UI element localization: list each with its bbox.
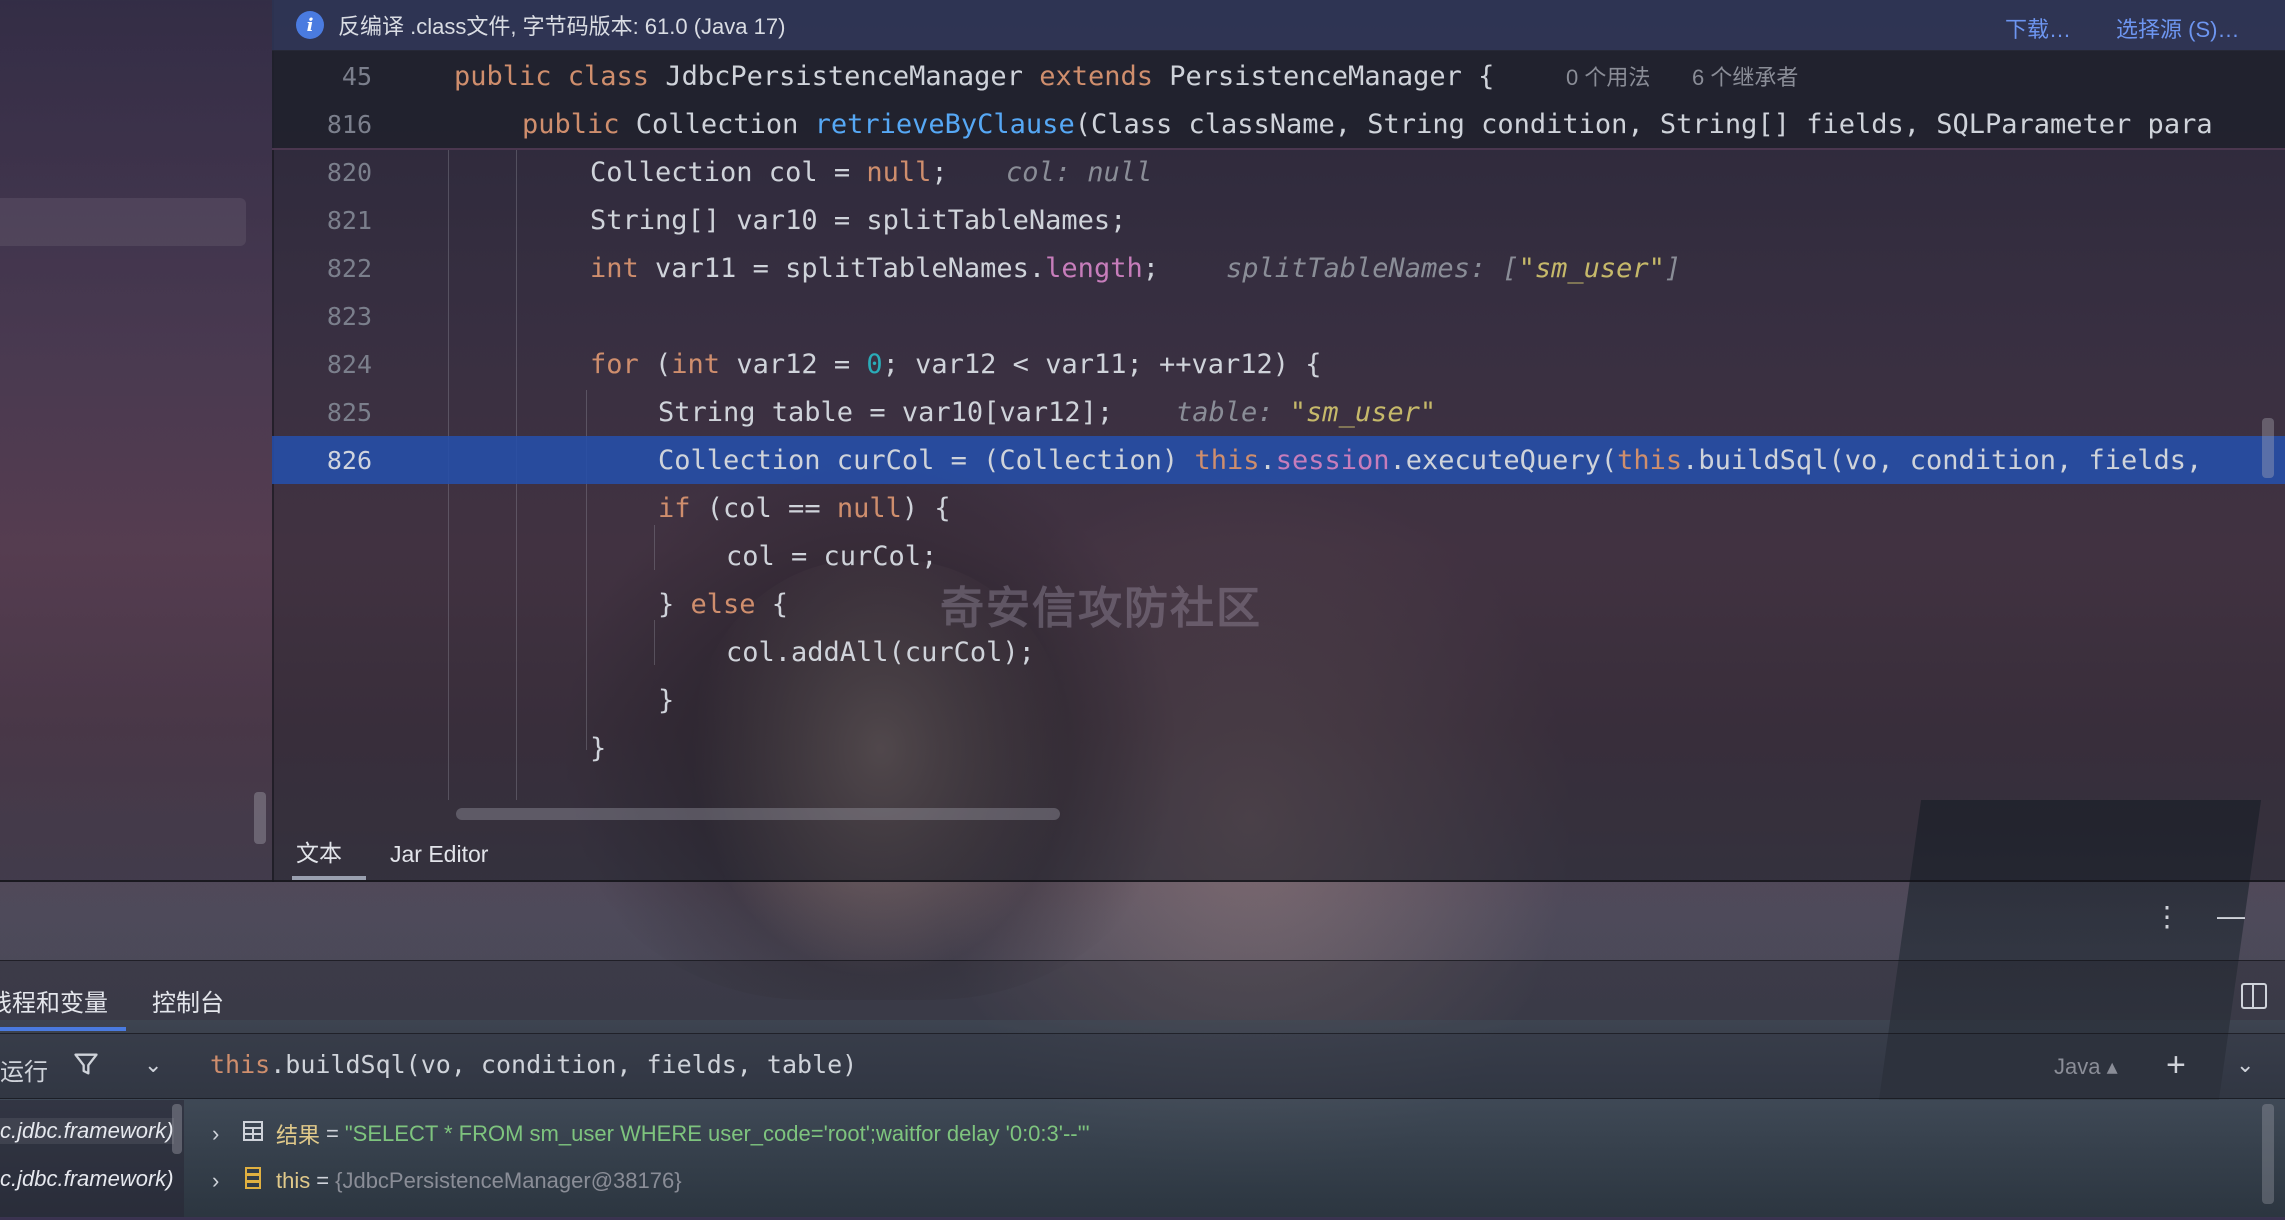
line-number: 824	[326, 349, 372, 379]
usage-count[interactable]: 0 个用法	[1566, 60, 1650, 92]
code-line-832[interactable]: }	[272, 724, 2285, 772]
sticky-line-class[interactable]: 45 public class JdbcPersistenceManager e…	[272, 52, 2285, 100]
code-line-823[interactable]: 823	[272, 292, 2285, 340]
chevron-down-icon[interactable]: ⌄	[144, 1052, 162, 1078]
layout-icon[interactable]	[2241, 983, 2267, 1009]
code-text: if (col == null) {	[658, 492, 951, 524]
inheritor-count[interactable]: 6 个继承者	[1692, 60, 1798, 92]
project-panel	[0, 0, 272, 880]
code-text: col = curCol;	[726, 540, 938, 572]
variable-value: {JdbcPersistenceManager@38176}	[335, 1168, 682, 1193]
code-text: String[] var10 = splitTableNames;	[590, 204, 1127, 236]
expand-arrow-icon[interactable]: ›	[212, 1168, 238, 1194]
debug-panel-tabs: 线程和变量 控制台	[0, 960, 2285, 1034]
inline-value-hint: splitTableNames: ["sm_user"]	[1226, 252, 1682, 284]
variable-name: 结果	[276, 1123, 321, 1148]
code-text: int var11 = splitTableNames.length;	[590, 252, 1159, 284]
active-tab-indicator	[0, 1027, 126, 1031]
language-selector[interactable]: Java ▴	[2054, 1054, 2118, 1080]
tab-console[interactable]: 控制台	[152, 983, 224, 1018]
frames-list: c.jdbc.framework) c.jdbc.framework)	[0, 1100, 184, 1217]
frames-scrollbar[interactable]	[172, 1104, 182, 1154]
current-execution-line[interactable]: 826 Collection curCol = (Collection) thi…	[272, 436, 2285, 484]
chevron-down-icon[interactable]: ⌄	[2236, 1052, 2254, 1078]
code-line-820[interactable]: 820 Collection col = null; col: null	[272, 148, 2285, 196]
panel-toolbar: ⋮ —	[2153, 900, 2245, 933]
line-number: 821	[326, 205, 372, 235]
line-number: 823	[326, 301, 372, 331]
table-icon	[238, 1120, 268, 1148]
editor-vertical-scrollbar[interactable]	[2262, 418, 2274, 478]
add-watch-icon[interactable]: +	[2166, 1046, 2186, 1085]
more-icon[interactable]: ⋮	[2153, 900, 2181, 933]
tab-text[interactable]: 文本	[272, 834, 366, 880]
select-source-link[interactable]: 选择源 (S)…	[2116, 12, 2239, 44]
decompile-banner: i 反编译 .class文件, 字节码版本: 61.0 (Java 17) 下载…	[272, 0, 2285, 51]
variable-row[interactable]: › this = {JdbcPersistenceManager@38176}	[212, 1166, 682, 1196]
editor-view-tabs: 文本 Jar Editor	[272, 830, 872, 880]
code-text: }	[590, 732, 607, 764]
inline-value-hint: table: "sm_user"	[1176, 396, 1437, 428]
equals-sign: =	[326, 1121, 339, 1146]
line-number: 45	[341, 61, 372, 91]
variable-value: "SELECT * FROM sm_user WHERE user_code='…	[344, 1121, 1090, 1146]
code-text: for (int var12 = 0; var12 < var11; ++var…	[590, 348, 1322, 380]
code-text: Collection col = null;	[590, 156, 948, 188]
evaluate-expression-bar: 运行 ⌄ this.buildSql(vo, condition, fields…	[0, 1034, 2285, 1099]
variable-name: this	[276, 1168, 311, 1193]
tab-threads-variables[interactable]: 线程和变量	[0, 983, 108, 1018]
code-line-824[interactable]: 824 for (int var12 = 0; var12 < var11; +…	[272, 340, 2285, 388]
expression-input[interactable]: this.buildSql(vo, condition, fields, tab…	[210, 1050, 857, 1079]
code-line-822[interactable]: 822 int var11 = splitTableNames.length; …	[272, 244, 2285, 292]
project-scrollbar[interactable]	[254, 792, 266, 844]
sticky-line-method[interactable]: 816 public Collection retrieveByClause(C…	[272, 100, 2285, 148]
line-number: 826	[326, 445, 372, 475]
minimize-icon[interactable]: —	[2217, 900, 2245, 933]
code-line-825[interactable]: 825 String table = var10[var12]; table: …	[272, 388, 2285, 436]
line-number: 822	[326, 253, 372, 283]
watermark: 奇安信攻防社区	[940, 583, 1262, 634]
code-text: Collection curCol = (Collection) this.se…	[658, 444, 2219, 476]
code-line-831[interactable]: }	[272, 676, 2285, 724]
code-line-827[interactable]: if (col == null) {	[272, 484, 2285, 532]
code-line-821[interactable]: 821 String[] var10 = splitTableNames;	[272, 196, 2285, 244]
project-selected-row[interactable]	[0, 198, 246, 246]
frame-item[interactable]: c.jdbc.framework)	[0, 1118, 174, 1144]
code-text: public class JdbcPersistenceManager exte…	[454, 60, 1495, 92]
editor-bottom-border	[0, 880, 2285, 882]
tab-jar-editor[interactable]: Jar Editor	[366, 841, 512, 880]
code-line-829[interactable]: } else {	[272, 580, 2285, 628]
code-text: } else {	[658, 588, 789, 620]
object-icon	[238, 1166, 268, 1196]
banner-text: 反编译 .class文件, 字节码版本: 61.0 (Java 17)	[338, 14, 786, 39]
editor-horizontal-scrollbar[interactable]	[456, 808, 1060, 820]
code-text: }	[658, 684, 675, 716]
code-text: String table = var10[var12];	[658, 396, 1114, 428]
code-text: col.addAll(curCol);	[726, 636, 1035, 668]
expand-arrow-icon[interactable]: ›	[212, 1121, 238, 1147]
line-number: 816	[326, 109, 372, 139]
filter-icon[interactable]	[72, 1050, 100, 1078]
info-icon: i	[296, 11, 324, 39]
inline-value-hint: col: null	[1006, 156, 1153, 188]
line-number: 820	[326, 157, 372, 187]
equals-sign: =	[316, 1168, 330, 1193]
frame-item[interactable]: c.jdbc.framework)	[0, 1166, 174, 1192]
download-link[interactable]: 下载…	[2005, 12, 2071, 44]
line-number: 825	[326, 397, 372, 427]
variables-scrollbar[interactable]	[2262, 1104, 2274, 1204]
run-label[interactable]: 运行	[0, 1052, 48, 1087]
code-text: public Collection retrieveByClause(Class…	[522, 108, 2213, 140]
code-line-828[interactable]: col = curCol;	[272, 532, 2285, 580]
variable-row[interactable]: › 结果 = "SELECT * FROM sm_user WHERE user…	[212, 1118, 1090, 1150]
code-line-830[interactable]: col.addAll(curCol);	[272, 628, 2285, 676]
